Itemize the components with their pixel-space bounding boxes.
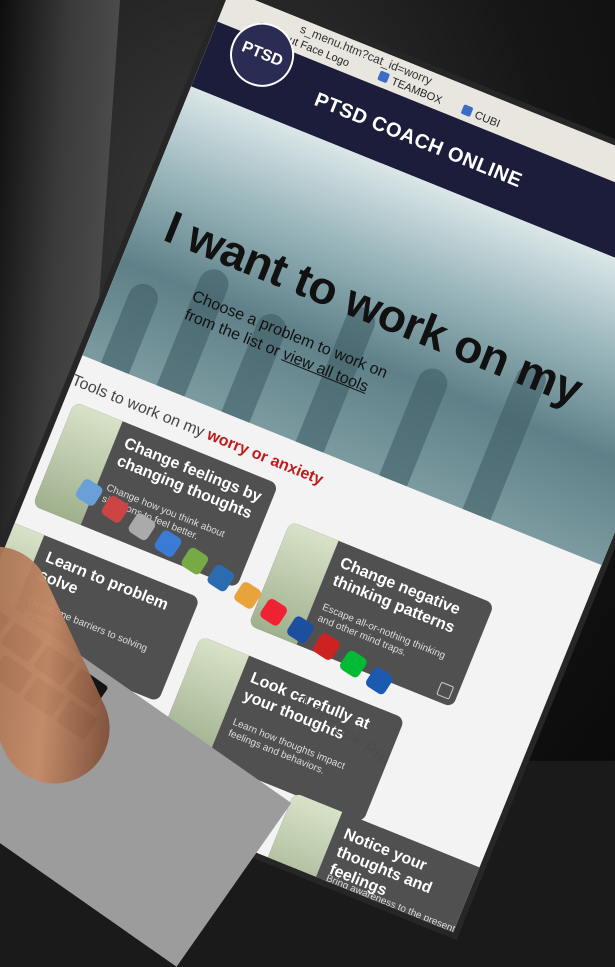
tree-silhouette: [379, 364, 452, 487]
tool-card[interactable]: Notice your thoughts and feelings Bring …: [252, 792, 498, 932]
card-title: Notice your thoughts and feelings: [326, 825, 486, 932]
tree-silhouette: [101, 279, 163, 374]
card-arrow-icon: [436, 682, 454, 700]
bookmark-icon: [461, 104, 474, 117]
bookmark-icon: [377, 70, 390, 83]
